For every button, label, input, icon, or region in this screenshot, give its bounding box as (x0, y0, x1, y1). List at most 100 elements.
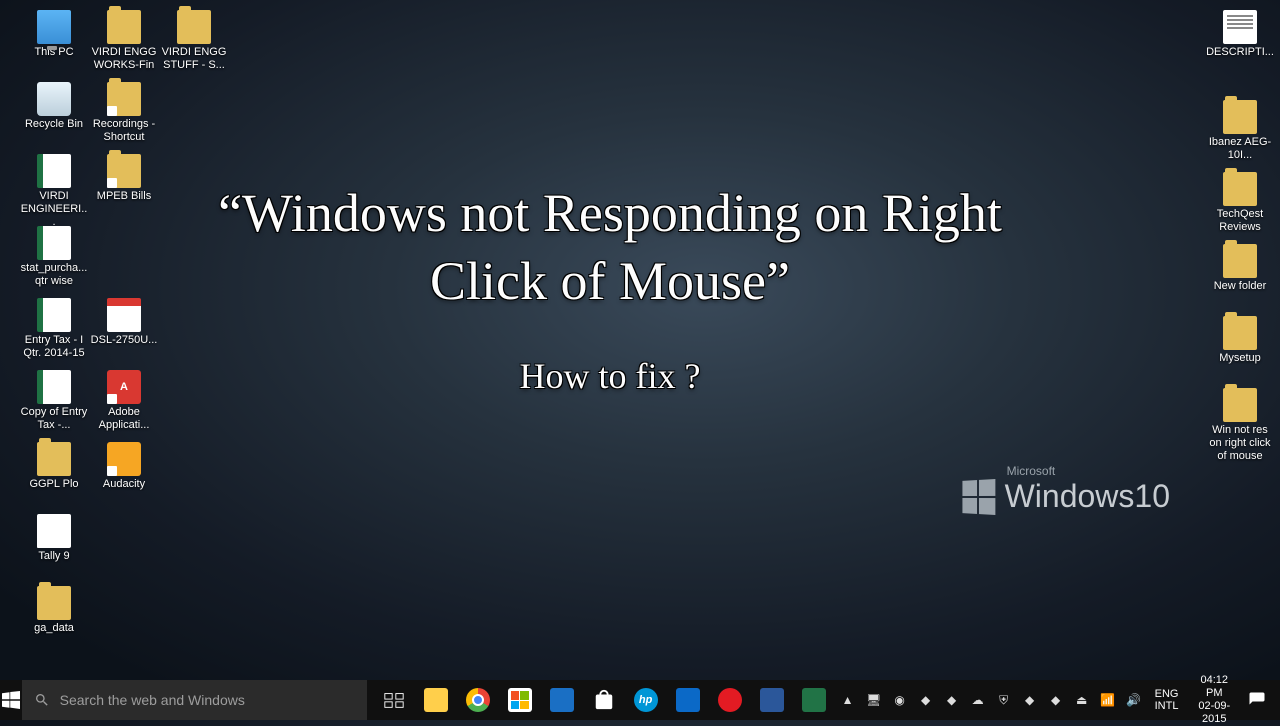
icon-label: Recycle Bin (20, 118, 88, 131)
tray-tray1[interactable]: ◆ (913, 692, 939, 708)
tray-tray2[interactable]: ◆ (939, 692, 965, 708)
icon-label: DSL-2750U... (90, 334, 158, 347)
icon-label: stat_purcha... qtr wise (20, 262, 88, 288)
start-button[interactable] (0, 680, 22, 720)
desktop-icon-recycle-bin[interactable]: Recycle Bin (20, 82, 88, 131)
desktop-icon-recordings-shortcut[interactable]: Recordings - Shortcut (90, 82, 158, 144)
task-view-icon (383, 689, 405, 711)
desktop-icon-mpeb-bills[interactable]: MPEB Bills (90, 154, 158, 203)
search-placeholder: Search the web and Windows (60, 692, 245, 708)
desktop-icon-virdi-engg-stuff[interactable]: VIRDI ENGG STUFF - S... (160, 10, 228, 72)
taskbar-task-view[interactable] (373, 689, 415, 711)
icon-label: Tally 9 (20, 550, 88, 563)
shield-icon: ⛨ (996, 692, 1012, 708)
windows-logo-icon (962, 479, 995, 515)
desktop-icon-techqest[interactable]: TechQest Reviews (1206, 172, 1274, 234)
icon-label: Mysetup (1206, 352, 1274, 365)
tray-tray4[interactable]: ◆ (1043, 692, 1069, 708)
taskbar-excel[interactable] (793, 688, 835, 712)
icon-label: ga_data (20, 622, 88, 635)
xls-icon (37, 226, 71, 260)
folder-icon (107, 10, 141, 44)
taskbar-store2[interactable] (583, 689, 625, 711)
desktop-icon-ga-data[interactable]: ga_data (20, 586, 88, 635)
icon-label: VIRDI ENGINEERI... (20, 190, 88, 229)
icon-label: DESCRIPTI... (1206, 46, 1274, 59)
search-icon (34, 692, 50, 708)
tray-tray3[interactable]: ◆ (1017, 692, 1043, 708)
icon-label: Win not res on right click of mouse (1206, 424, 1274, 463)
taskbar-file-explorer[interactable] (415, 688, 457, 712)
taskbar-hp[interactable]: hp (625, 688, 667, 712)
bin-icon (37, 82, 71, 116)
folder-icon (1223, 172, 1257, 206)
folder-icon (1223, 100, 1257, 134)
desktop-icon-virdi-engineering[interactable]: VIRDI ENGINEERI... (20, 154, 88, 229)
tray-network[interactable]: 📶 (1095, 692, 1121, 708)
xls-icon (37, 370, 71, 404)
notification-icon (1248, 691, 1266, 709)
desktop-icon-new-folder[interactable]: New folder (1206, 244, 1274, 293)
taskbar-edge[interactable] (541, 688, 583, 712)
icon-label: Entry Tax - I Qtr. 2014-15 (20, 334, 88, 360)
desktop-icon-audacity[interactable]: Audacity (90, 442, 158, 491)
clock[interactable]: 04:12 PM02-09-2015 (1186, 674, 1242, 726)
desktop-icon-copy-entry-tax[interactable]: Copy of Entry Tax -... (20, 370, 88, 432)
folder-icon (37, 442, 71, 476)
desktop-icon-tally-9[interactable]: Tally 9 (20, 514, 88, 563)
icon-label: VIRDI ENGG STUFF - S... (160, 46, 228, 72)
icon-label: Recordings - Shortcut (90, 118, 158, 144)
txt-icon (1223, 10, 1257, 44)
icon-label: Adobe Applicati... (90, 406, 158, 432)
tray-nvidia[interactable]: ◉ (887, 692, 913, 708)
up-icon: ▲ (840, 692, 856, 708)
desktop-icon-entry-tax[interactable]: Entry Tax - I Qtr. 2014-15 (20, 298, 88, 360)
pc-icon (37, 10, 71, 44)
desktop-icon-win-not-res[interactable]: Win not res on right click of mouse (1206, 388, 1274, 463)
tray-up[interactable]: ▲ (835, 692, 861, 708)
desktop-icon-this-pc[interactable]: This PC (20, 10, 88, 59)
desktop-icon-stat-purcha[interactable]: stat_purcha... qtr wise (20, 226, 88, 288)
taskbar-dropbox[interactable] (667, 688, 709, 712)
desktop-icon-virdi-engg-works[interactable]: VIRDI ENGG WORKS-Fin (90, 10, 158, 72)
tray-shield[interactable]: ⛨ (991, 692, 1017, 708)
desktop-icon-description[interactable]: DESCRIPTI... (1206, 10, 1274, 59)
volume-icon: 🔊 (1126, 692, 1142, 708)
tray-monitor[interactable]: 🖥 (861, 692, 887, 708)
tray2-icon: ◆ (944, 692, 960, 708)
desktop-icon-dsl-2750u[interactable]: DSL-2750U... (90, 298, 158, 347)
desktop-icon-adobe-app[interactable]: AAdobe Applicati... (90, 370, 158, 432)
desktop-icon-ibanez[interactable]: Ibanez AEG-10I... (1206, 100, 1274, 162)
taskbar-word[interactable] (751, 688, 793, 712)
desktop[interactable]: This PCVIRDI ENGG WORKS-FinVIRDI ENGG ST… (0, 0, 1280, 680)
folder-icon (1223, 244, 1257, 278)
desktop-icon-mysetup[interactable]: Mysetup (1206, 316, 1274, 365)
tray-eject[interactable]: ⏏ (1069, 692, 1095, 708)
language-indicator[interactable]: ENGINTL (1149, 688, 1185, 712)
windows-10-logo: Microsoft Windows10 (961, 464, 1170, 515)
system-tray: ▲🖥◉◆◆☁⛨◆◆⏏📶🔊 ENGINTL 04:12 PM02-09-2015 (835, 680, 1280, 720)
tray-volume[interactable]: 🔊 (1121, 692, 1147, 708)
folder-icon (1223, 388, 1257, 422)
pdf-icon (107, 298, 141, 332)
tally-icon (37, 514, 71, 548)
desktop-icon-ggpl-plo[interactable]: GGPL Plo (20, 442, 88, 491)
folder-icon (107, 154, 141, 188)
icon-label: Ibanez AEG-10I... (1206, 136, 1274, 162)
search-box[interactable]: Search the web and Windows (22, 680, 367, 720)
taskbar: Search the web and Windows hp ▲ 🖥◉ ◆ ◆ ☁ ⛨ ◆ ◆ ⏏… (0, 680, 1280, 720)
taskbar-opera[interactable] (709, 688, 751, 712)
taskbar-store[interactable] (499, 688, 541, 712)
taskbar-chrome[interactable] (457, 688, 499, 712)
tray3-icon: ◆ (1022, 692, 1038, 708)
tray1-icon: ◆ (918, 692, 934, 708)
tray-cloud[interactable]: ☁ (965, 692, 991, 708)
action-center-button[interactable] (1244, 691, 1269, 709)
tray4-icon: ◆ (1048, 692, 1064, 708)
icon-label: New folder (1206, 280, 1274, 293)
icon-label: Copy of Entry Tax -... (20, 406, 88, 432)
folder-icon (177, 10, 211, 44)
network-icon: 📶 (1100, 692, 1116, 708)
adobe-icon: A (107, 370, 141, 404)
folder-icon (1223, 316, 1257, 350)
